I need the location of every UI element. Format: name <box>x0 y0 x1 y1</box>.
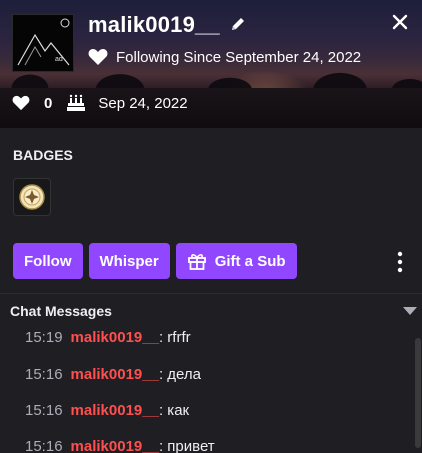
chat-messages-heading: Chat Messages <box>10 303 112 319</box>
edit-icon[interactable] <box>229 15 247 33</box>
heart-icon <box>88 49 108 65</box>
chat-scrollbar[interactable] <box>415 338 421 448</box>
follow-button[interactable]: Follow <box>13 243 83 279</box>
whisper-button[interactable]: Whisper <box>88 243 170 279</box>
chat-timestamp: 15:16 <box>25 366 63 383</box>
stats-row: 0 Sep 24, 2022 <box>12 94 188 112</box>
chat-text: : rfrfr <box>158 329 191 346</box>
badges-heading: BADGES <box>13 147 73 163</box>
heart-icon <box>12 95 30 111</box>
chat-timestamp: 15:16 <box>25 438 63 453</box>
following-since-row: Following Since September 24, 2022 <box>88 46 361 68</box>
following-since-text: Following Since September 24, 2022 <box>116 48 362 66</box>
chat-text: : как <box>158 402 190 419</box>
cake-icon <box>67 94 86 111</box>
chat-username[interactable]: malik0019__ <box>71 366 159 383</box>
chat-timestamp: 15:16 <box>25 402 63 419</box>
action-buttons: Follow Whisper Gift a Sub <box>13 243 297 279</box>
username: malik0019__ <box>88 12 220 37</box>
chat-text: : дела <box>158 366 201 383</box>
gift-sub-label: Gift a Sub <box>214 252 286 270</box>
account-created-date: Sep 24, 2022 <box>98 94 188 112</box>
divider <box>0 293 422 294</box>
chat-username[interactable]: malik0019__ <box>71 402 159 419</box>
more-options-icon[interactable] <box>392 250 408 274</box>
chat-message: 15:19 malik0019__: rfrfr <box>25 329 191 346</box>
close-icon[interactable] <box>390 12 410 32</box>
avatar-image: ad <box>13 15 73 71</box>
gift-icon <box>187 254 206 270</box>
chat-timestamp: 15:19 <box>25 329 63 346</box>
gift-sub-button[interactable]: Gift a Sub <box>175 243 297 279</box>
svg-text:ad: ad <box>55 56 63 63</box>
badge-item[interactable] <box>13 178 51 216</box>
badge-icon <box>19 184 45 210</box>
chat-message: 15:16 malik0019__: привет <box>25 438 215 453</box>
chat-message: 15:16 malik0019__: как <box>25 402 189 419</box>
chat-username[interactable]: malik0019__ <box>71 438 159 453</box>
chat-message: 15:16 malik0019__: дела <box>25 366 201 383</box>
chat-username[interactable]: malik0019__ <box>71 329 159 346</box>
chevron-down-icon[interactable] <box>402 306 418 316</box>
avatar[interactable]: ad <box>12 14 74 72</box>
follower-count: 0 <box>44 94 53 112</box>
chat-message-list[interactable]: 15:19 malik0019__: rfrfr 15:16 malik0019__… <box>0 320 410 453</box>
chat-text: : привет <box>158 438 215 453</box>
